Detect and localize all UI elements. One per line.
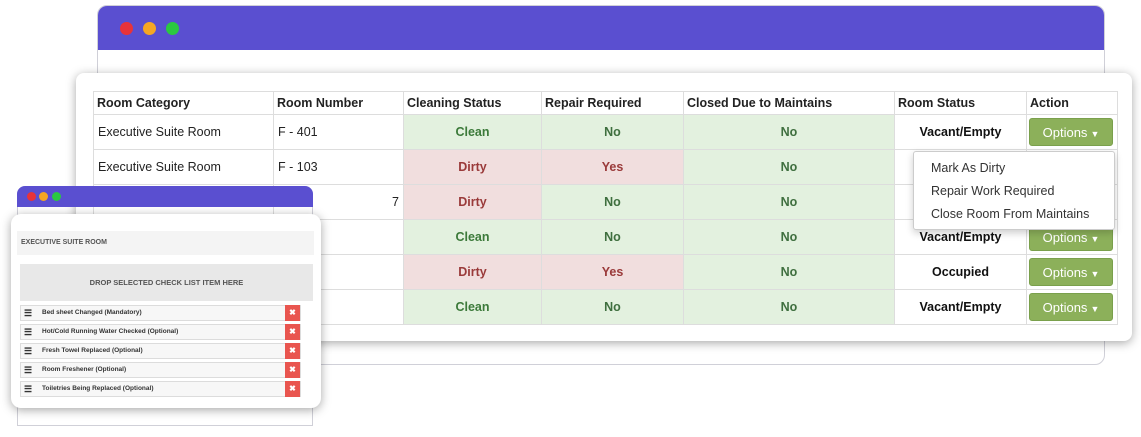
checklist-item[interactable]: ☰ Fresh Towel Replaced (Optional) ✖ [20,343,301,359]
remove-item-button[interactable]: ✖ [285,324,300,340]
close-window-dot[interactable] [27,192,36,201]
maximize-window-dot[interactable] [52,192,61,201]
repair-required-cell: Yes [541,149,684,185]
cleaning-status-cell: Dirty [403,184,542,220]
close-window-dot[interactable] [120,22,133,35]
header-closed-due-to-maintains: Closed Due to Maintains [683,91,895,115]
header-cleaning-status: Cleaning Status [403,91,542,115]
caret-down-icon: ▼ [1090,129,1100,139]
repair-required-cell: No [541,289,684,325]
remove-item-button[interactable]: ✖ [285,305,300,321]
options-button[interactable]: Options ▼ [1029,258,1113,286]
header-room-number: Room Number [273,91,404,115]
checklist-window-titlebar [17,186,313,207]
menu-item-repair-work-required[interactable]: Repair Work Required [914,180,1114,203]
cleaning-status-cell: Clean [403,289,542,325]
repair-required-cell: No [541,114,684,150]
drag-handle-icon[interactable]: ☰ [24,363,32,377]
table-header-row: Room Category Room Number Cleaning Statu… [93,91,1118,115]
room-status-cell: Vacant/Empty [894,114,1027,150]
checklist-drop-zone[interactable]: DROP SELECTED CHECK LIST ITEM HERE [20,264,313,301]
remove-item-button[interactable]: ✖ [285,381,300,397]
repair-required-cell: No [541,219,684,255]
maximize-window-dot[interactable] [166,22,179,35]
remove-item-button[interactable]: ✖ [285,343,300,359]
action-cell: Options ▼ [1026,289,1118,325]
options-button[interactable]: Options ▼ [1029,293,1113,321]
options-label: Options [1042,230,1088,245]
drag-handle-icon[interactable]: ☰ [24,344,32,358]
menu-item-mark-as-dirty[interactable]: Mark As Dirty [914,157,1114,180]
minimize-window-dot[interactable] [39,192,48,201]
checklist-item[interactable]: ☰ Bed sheet Changed (Mandatory) ✖ [20,305,301,321]
screenshot-stage: Room Category Room Number Cleaning Statu… [0,0,1141,437]
cleaning-status-cell: Clean [403,114,542,150]
checklist-item-label: Hot/Cold Running Water Checked (Optional… [42,328,179,335]
checklist-item-label: Fresh Towel Replaced (Optional) [42,347,143,354]
room-number-cell: F - 401 [273,114,404,150]
room-number-cell: F - 103 [273,149,404,185]
cleaning-status-cell: Dirty [403,254,542,290]
caret-down-icon: ▼ [1090,304,1100,314]
closed-maintains-cell: No [683,149,895,185]
checklist-title: EXECUTIVE SUITE ROOM [17,231,314,255]
checklist-item-label: Toiletries Being Replaced (Optional) [42,385,154,392]
action-cell: Options ▼ [1026,114,1118,150]
menu-item-close-room[interactable]: Close Room From Maintains [914,203,1114,226]
back-window-titlebar [98,6,1104,50]
room-status-cell: Occupied [894,254,1027,290]
checklist-item[interactable]: ☰ Room Freshener (Optional) ✖ [20,362,301,378]
closed-maintains-cell: No [683,114,895,150]
drag-handle-icon[interactable]: ☰ [24,382,32,396]
room-category-cell: Executive Suite Room [93,114,274,150]
closed-maintains-cell: No [683,184,895,220]
drag-handle-icon[interactable]: ☰ [24,325,32,339]
caret-down-icon: ▼ [1090,234,1100,244]
checklist-item-label: Room Freshener (Optional) [42,366,127,373]
minimize-window-dot[interactable] [143,22,156,35]
cleaning-status-cell: Dirty [403,149,542,185]
header-action: Action [1026,91,1118,115]
checklist-item[interactable]: ☰ Toiletries Being Replaced (Optional) ✖ [20,381,301,397]
closed-maintains-cell: No [683,254,895,290]
checklist-item-label: Bed sheet Changed (Mandatory) [42,309,142,316]
action-cell: Options ▼ [1026,254,1118,290]
header-room-status: Room Status [894,91,1027,115]
checklist-item[interactable]: ☰ Hot/Cold Running Water Checked (Option… [20,324,301,340]
options-button[interactable]: Options ▼ [1029,118,1113,146]
repair-required-cell: No [541,184,684,220]
header-repair-required: Repair Required [541,91,684,115]
table-row: Executive Suite Room F - 401 Clean No No… [93,114,1118,150]
drag-handle-icon[interactable]: ☰ [24,306,32,320]
options-dropdown-menu: Mark As Dirty Repair Work Required Close… [913,151,1115,230]
closed-maintains-cell: No [683,219,895,255]
remove-item-button[interactable]: ✖ [285,362,300,378]
options-label: Options [1042,125,1088,140]
caret-down-icon: ▼ [1090,269,1100,279]
options-label: Options [1042,265,1088,280]
cleaning-status-cell: Clean [403,219,542,255]
room-status-cell: Vacant/Empty [894,289,1027,325]
options-label: Options [1042,300,1088,315]
closed-maintains-cell: No [683,289,895,325]
repair-required-cell: Yes [541,254,684,290]
room-category-cell: Executive Suite Room [93,149,274,185]
header-room-category: Room Category [93,91,274,115]
